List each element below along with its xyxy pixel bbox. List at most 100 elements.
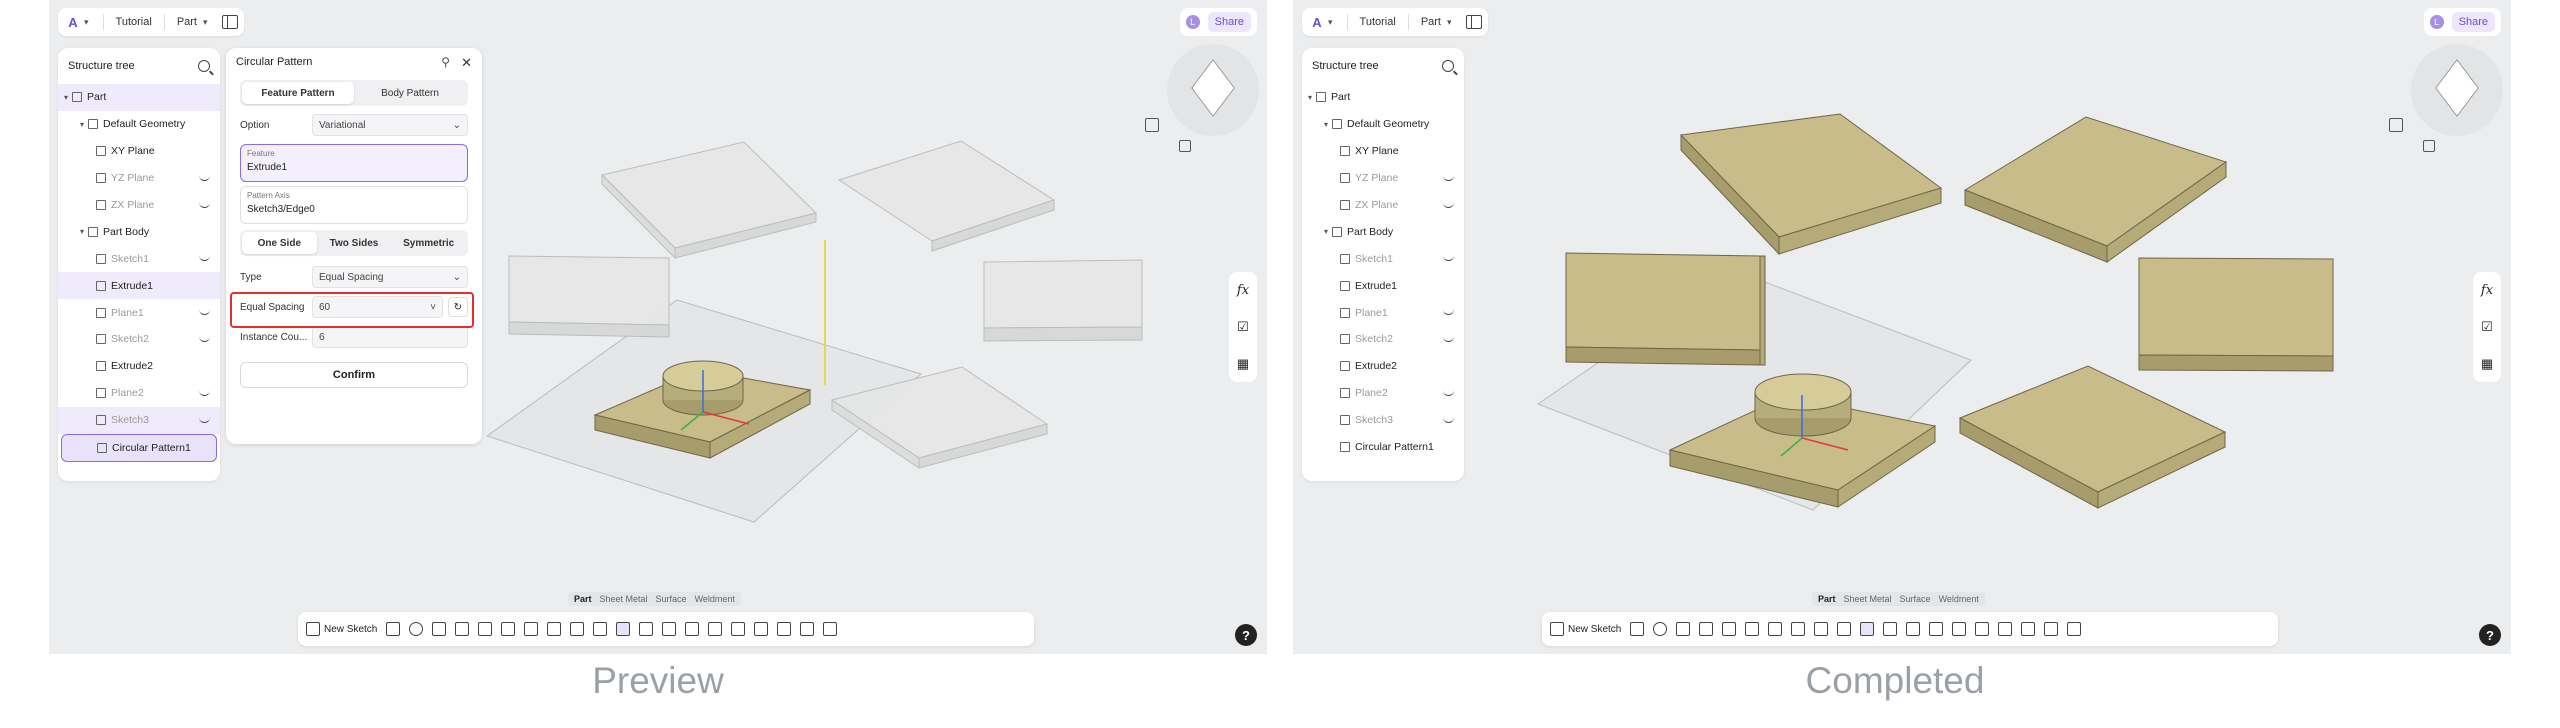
shell-icon[interactable] xyxy=(1814,622,1829,636)
menu-tutorial[interactable]: Tutorial xyxy=(1356,16,1400,28)
tree-item-sketch2[interactable]: Sketch2 xyxy=(1302,326,1464,353)
app-logo-icon[interactable]: A xyxy=(64,14,82,30)
avatar[interactable]: L xyxy=(2429,15,2444,29)
tree-item-zx-plane[interactable]: ZX Plane xyxy=(58,192,220,219)
chamfer-icon[interactable] xyxy=(547,622,562,636)
tab-two-sides[interactable]: Two Sides xyxy=(317,232,392,254)
extrude-icon[interactable] xyxy=(386,622,401,636)
eye-closed-icon[interactable] xyxy=(199,309,210,316)
eye-closed-icon[interactable] xyxy=(1443,202,1454,208)
panel-toggle-icon[interactable] xyxy=(1465,15,1482,29)
pattern-icon[interactable] xyxy=(1860,622,1875,636)
tab-one-side[interactable]: One Side xyxy=(242,232,317,254)
chevron-down-icon[interactable]: ▾ xyxy=(84,17,89,28)
avatar[interactable]: L xyxy=(1185,15,1200,29)
sweep-icon[interactable] xyxy=(1676,622,1691,636)
tree-item-circular-pattern1[interactable]: Circular Pattern1 xyxy=(61,433,217,463)
eye-closed-icon[interactable] xyxy=(199,255,210,262)
confirm-button[interactable]: Confirm xyxy=(240,362,468,388)
revolve-icon[interactable] xyxy=(409,622,424,636)
menu-part[interactable]: Part xyxy=(173,16,201,28)
cube-icon[interactable] xyxy=(1191,58,1235,118)
shell-icon[interactable] xyxy=(570,622,585,636)
fx-icon[interactable]: fx xyxy=(2481,283,2493,298)
chevron-down-icon[interactable]: ▾ xyxy=(1324,227,1332,236)
tree-item-part-body[interactable]: ▾ Part Body xyxy=(1302,218,1464,245)
feature-field[interactable]: Feature Extrude1 xyxy=(240,144,468,182)
tab-part[interactable]: Part xyxy=(574,594,592,604)
close-icon[interactable]: ✕ xyxy=(461,55,472,71)
type-select[interactable]: Equal Spacing ⌄ xyxy=(312,266,468,288)
tab-surface[interactable]: Surface xyxy=(1900,594,1931,604)
tree-item-extrude1[interactable]: Extrude1 xyxy=(1302,272,1464,299)
chevron-down-icon[interactable]: ▾ xyxy=(1324,120,1332,129)
transform-icon[interactable] xyxy=(708,622,723,636)
view-cube[interactable] xyxy=(2411,44,2503,136)
boolean-icon[interactable] xyxy=(662,622,677,636)
tree-item-yz-plane[interactable]: YZ Plane xyxy=(58,165,220,192)
eye-closed-icon[interactable] xyxy=(1443,175,1454,181)
chevron-down-icon[interactable]: ▾ xyxy=(1447,17,1452,28)
help-button[interactable]: ? xyxy=(2479,624,2501,646)
measure-icon[interactable] xyxy=(800,622,815,636)
menu-part[interactable]: Part xyxy=(1417,16,1445,28)
loft-icon[interactable] xyxy=(1699,622,1714,636)
chamfer-icon[interactable] xyxy=(1791,622,1806,636)
fillet-icon[interactable] xyxy=(524,622,539,636)
rib-icon[interactable] xyxy=(478,622,493,636)
transform-icon[interactable] xyxy=(1952,622,1967,636)
sweep-icon[interactable] xyxy=(432,622,447,636)
tab-feature-pattern[interactable]: Feature Pattern xyxy=(242,82,354,104)
tree-item-part-body[interactable]: ▾ Part Body xyxy=(58,218,220,245)
split-icon[interactable] xyxy=(685,622,700,636)
section-icon[interactable] xyxy=(823,622,838,636)
app-logo-icon[interactable]: A xyxy=(1308,14,1326,30)
eye-closed-icon[interactable] xyxy=(199,390,210,396)
pattern-axis-field[interactable]: Pattern Axis Sketch3/Edge0 xyxy=(240,186,468,224)
tree-item-sketch1[interactable]: Sketch1 xyxy=(1302,245,1464,272)
axis-tool-icon[interactable] xyxy=(754,622,769,636)
eye-closed-icon[interactable] xyxy=(199,336,210,343)
eye-closed-icon[interactable] xyxy=(1443,309,1454,316)
hole-icon[interactable] xyxy=(501,622,516,636)
draft-icon[interactable] xyxy=(1837,622,1852,636)
chevron-down-icon[interactable]: ▾ xyxy=(80,227,88,236)
pin-icon[interactable]: ⚲ xyxy=(441,55,450,69)
search-icon[interactable] xyxy=(198,60,210,72)
checklist-icon[interactable]: ☑ xyxy=(1237,319,1249,335)
share-button[interactable]: Share xyxy=(1207,12,1251,32)
fillet-icon[interactable] xyxy=(1768,622,1783,636)
draft-icon[interactable] xyxy=(593,622,608,636)
tree-item-plane2[interactable]: Plane2 xyxy=(58,380,220,407)
eye-closed-icon[interactable] xyxy=(199,202,210,208)
axis-tool-icon[interactable] xyxy=(1998,622,2013,636)
fit-view-icon[interactable] xyxy=(2389,118,2403,132)
tab-sheet-metal[interactable]: Sheet Metal xyxy=(1844,594,1892,604)
tree-item-sketch3[interactable]: Sketch3 xyxy=(1302,407,1464,434)
tab-symmetric[interactable]: Symmetric xyxy=(391,232,466,254)
tree-item-part[interactable]: ▾ Part xyxy=(1302,84,1464,111)
view-cube[interactable] xyxy=(1167,44,1259,136)
tab-body-pattern[interactable]: Body Pattern xyxy=(354,82,466,104)
search-icon[interactable] xyxy=(1442,60,1454,72)
eye-closed-icon[interactable] xyxy=(1443,417,1454,423)
menu-tutorial[interactable]: Tutorial xyxy=(112,16,156,28)
tree-item-circular-pattern1[interactable]: Circular Pattern1 xyxy=(1302,434,1464,461)
extrude-icon[interactable] xyxy=(1630,622,1645,636)
table-icon[interactable]: ▦ xyxy=(2481,356,2493,372)
loft-icon[interactable] xyxy=(455,622,470,636)
checklist-icon[interactable]: ☑ xyxy=(2481,319,2493,335)
tree-item-sketch2[interactable]: Sketch2 xyxy=(58,326,220,353)
viewport-3d[interactable] xyxy=(1293,0,2511,654)
tab-weldment[interactable]: Weldment xyxy=(695,594,735,604)
tab-sheet-metal[interactable]: Sheet Metal xyxy=(600,594,648,604)
pattern-icon[interactable] xyxy=(616,622,631,636)
tree-item-plane2[interactable]: Plane2 xyxy=(1302,380,1464,407)
point-tool-icon[interactable] xyxy=(2021,622,2036,636)
share-button[interactable]: Share xyxy=(2451,12,2495,32)
help-button[interactable]: ? xyxy=(1235,624,1257,646)
chevron-down-icon[interactable]: ▾ xyxy=(203,17,208,28)
chevron-down-icon[interactable]: ▾ xyxy=(1328,17,1333,28)
tree-item-plane1[interactable]: Plane1 xyxy=(58,299,220,326)
eye-closed-icon[interactable] xyxy=(199,417,210,423)
